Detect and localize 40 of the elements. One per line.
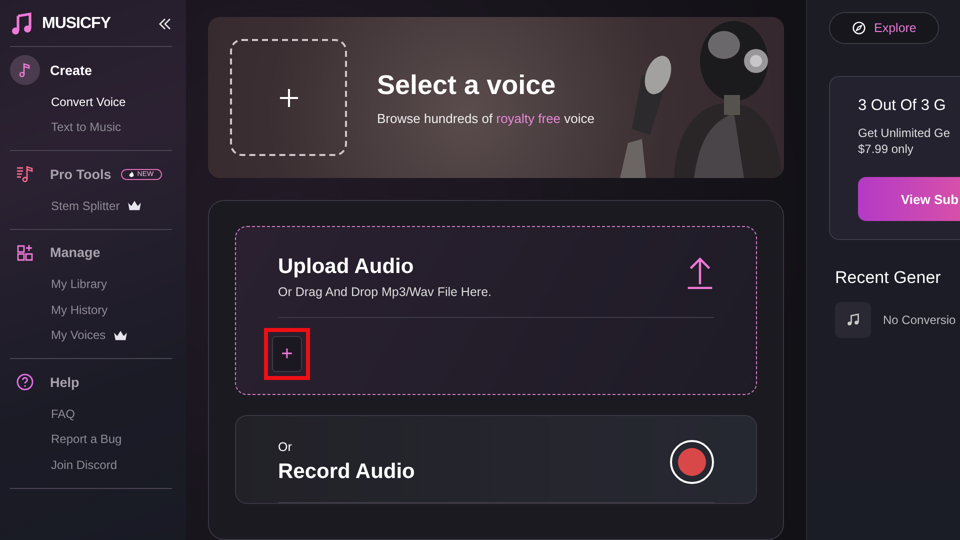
brand-name: MUSICFY	[42, 15, 112, 33]
record-button[interactable]	[670, 440, 714, 484]
sidebar-link[interactable]: Stem Splitter	[51, 198, 120, 213]
or-label: Or	[278, 440, 293, 454]
upload-hint: Or Drag And Drop Mp3/Wav File Here.	[278, 285, 492, 299]
section-title: Pro Tools	[50, 166, 112, 182]
promo-title: 3 Out Of 3 G	[858, 97, 947, 115]
sidebar-link[interactable]: Text to Music	[51, 120, 122, 134]
sidebar-link[interactable]: Convert Voice	[51, 94, 126, 109]
music-note-icon	[846, 313, 860, 328]
sidebar-link[interactable]: My Library	[51, 277, 108, 292]
collapse-icon[interactable]	[158, 17, 172, 31]
compass-icon	[852, 21, 866, 35]
help-icon	[16, 373, 34, 391]
flame-icon	[129, 170, 134, 178]
banner-title: Select a voice	[377, 70, 557, 100]
record-title: Record Audio	[278, 460, 415, 484]
music-note-icon	[10, 12, 34, 36]
explore-button[interactable]: Explore	[829, 12, 940, 44]
playlist-icon	[16, 165, 34, 183]
section-title: Create	[50, 62, 92, 78]
section-title: Manage	[50, 245, 100, 260]
section-title: Help	[50, 374, 80, 390]
add-voice-button[interactable]	[230, 39, 347, 156]
dropzone[interactable]: Upload Audio Or Drag And Drop Mp3/Wav File Here. +	[235, 226, 757, 395]
add-file-button[interactable]: +	[272, 336, 302, 372]
view-subscription-button[interactable]: View Sub	[858, 177, 960, 222]
upload-icon	[686, 255, 714, 291]
upload-title: Upload Audio	[278, 255, 415, 279]
empty-message: No Conversio	[883, 313, 956, 328]
sidebar-link[interactable]: Join Discord	[51, 458, 118, 472]
sidebar-link[interactable]: My Voices	[51, 328, 106, 342]
promo-text: Get Unlimited Ge $7.99 only	[858, 125, 952, 158]
sidebar-link[interactable]: Report a Bug	[51, 432, 122, 446]
grid-plus-icon	[16, 244, 34, 262]
sidebar-link[interactable]: FAQ	[51, 406, 76, 421]
sidebar-link[interactable]: My History	[51, 302, 108, 317]
banner-subtitle: Browse hundreds of royalty free voice	[377, 110, 595, 126]
recent-title: Recent Gener	[835, 268, 942, 288]
plus-icon	[278, 88, 298, 108]
